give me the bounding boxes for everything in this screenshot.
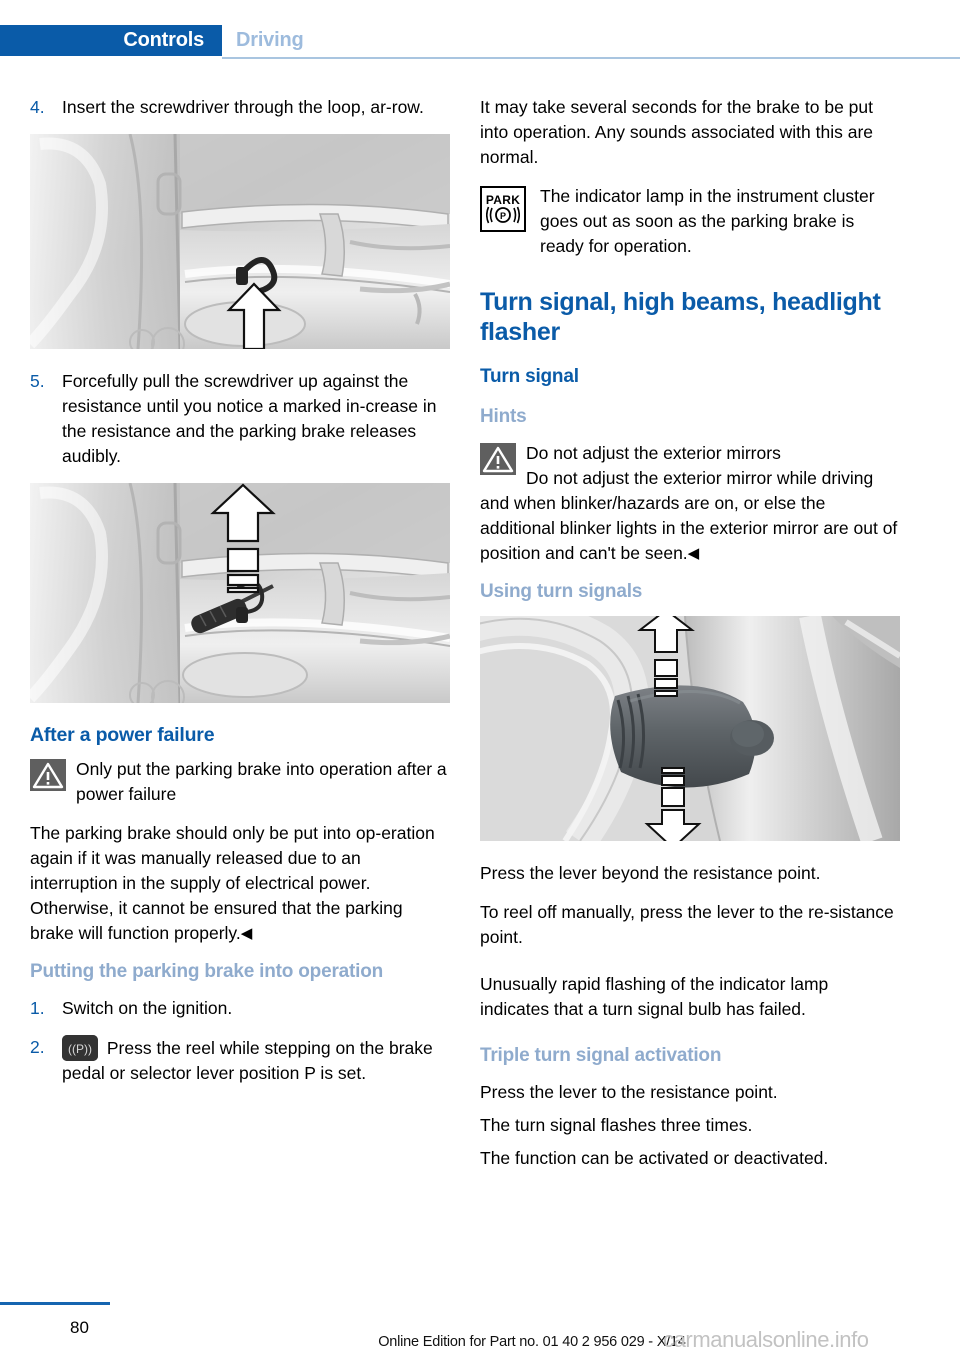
- svg-text:((P)): ((P)): [68, 1042, 92, 1056]
- park-brake-symbol: P: [486, 206, 520, 224]
- paragraph-press-lever: Press the lever beyond the resistance po…: [480, 863, 821, 883]
- tab-driving[interactable]: Driving: [236, 25, 304, 56]
- manual-page: Controls Driving 4. Insert the screwdriv…: [0, 0, 960, 1362]
- heading-turn-signal: Turn signal: [480, 366, 579, 387]
- warning-power-failure: Only put the parking brake into operatio…: [30, 757, 450, 807]
- tab-controls[interactable]: Controls: [0, 25, 222, 56]
- heading-after-power-failure: After a power failure: [30, 724, 215, 746]
- warning-title: Only put the parking brake into operatio…: [76, 759, 447, 804]
- figure-turn-signal-lever: [480, 616, 900, 841]
- paragraph-press-resistance: Press the lever to the resistance point.: [480, 1082, 778, 1102]
- step-number: 1.: [30, 998, 45, 1018]
- step-number: 5.: [30, 371, 45, 391]
- paragraph-rapid-flashing: Unusually rapid flashing of the indicato…: [480, 974, 829, 1019]
- screwdriver-pull-illustration: [30, 483, 450, 703]
- heading-turn-signal-high-beams: Turn signal, high beams, headlight flash…: [480, 288, 881, 346]
- intro-paragraph: It may take several seconds for the brak…: [480, 97, 874, 167]
- list-item-step-2: 2. ((P)) Press the reel while stepping o…: [30, 1035, 450, 1086]
- warning-title: Do not adjust the exterior mirrors Do not…: [480, 443, 898, 563]
- paragraph-flashes-three: The turn signal flashes three times.: [480, 1115, 753, 1135]
- list-item-step-5: 5. Forcefully pull the screwdriver up ag…: [30, 369, 450, 469]
- step-text: Switch on the ignition.: [62, 998, 233, 1018]
- turn-signal-lever-illustration: [480, 616, 900, 841]
- footer-divider: [0, 1302, 110, 1305]
- warning-triangle-icon: [480, 443, 516, 475]
- park-indicator-icon: PARK P: [480, 186, 526, 232]
- step-text: Insert the screwdriver through the loop,…: [62, 97, 424, 117]
- park-icon-top-label: PARK: [485, 193, 521, 207]
- paragraph-reel-off: To reel off manually, press the lever to…: [480, 902, 894, 947]
- heading-triple-turn-signal: Triple turn signal activation: [480, 1045, 722, 1066]
- list-item-step-4: 4. Insert the screwdriver through the lo…: [30, 95, 450, 120]
- heading-putting-into-operation: Putting the parking brake into operation: [30, 961, 384, 982]
- park-note-text: The indicator lamp in the instrument clu…: [540, 186, 875, 256]
- list-item-step-1: 1. Switch on the ignition.: [30, 996, 450, 1021]
- parking-brake-button-icon: ((P)): [62, 1035, 98, 1061]
- step-number: 4.: [30, 97, 45, 117]
- page-number: 80: [70, 1318, 89, 1337]
- figure-trunk-loop: [30, 134, 450, 349]
- warning-body: The parking brake should only be put int…: [30, 823, 435, 943]
- step-text: ((P)) Press the reel while stepping on t…: [62, 1035, 450, 1086]
- right-column: It may take several seconds for the brak…: [480, 95, 900, 1179]
- heading-hints: Hints: [480, 406, 527, 427]
- warning-exterior-mirrors: Do not adjust the exterior mirrors Do not…: [480, 441, 900, 566]
- heading-using-turn-signals: Using turn signals: [480, 581, 643, 602]
- warning-triangle-icon: [30, 759, 66, 791]
- end-marker: ◀: [240, 925, 253, 942]
- end-marker: ◀: [687, 545, 700, 562]
- trunk-loop-illustration: [30, 134, 450, 349]
- watermark: carmanualsonline.info: [663, 1327, 869, 1352]
- step-number: 2.: [30, 1037, 45, 1057]
- park-indicator-note: PARK P The indicator lamp in the instrum…: [480, 184, 900, 259]
- paragraph-activate-deactivate: The function can be activated or deactiv…: [480, 1148, 829, 1168]
- step-text: Forcefully pull the screwdriver up again…: [62, 371, 437, 466]
- svg-text:P: P: [500, 211, 506, 221]
- header-divider: [222, 57, 960, 59]
- figure-screwdriver-pull: [30, 483, 450, 703]
- left-column: 4. Insert the screwdriver through the lo…: [30, 95, 450, 1100]
- page-header: Controls Driving: [0, 25, 960, 59]
